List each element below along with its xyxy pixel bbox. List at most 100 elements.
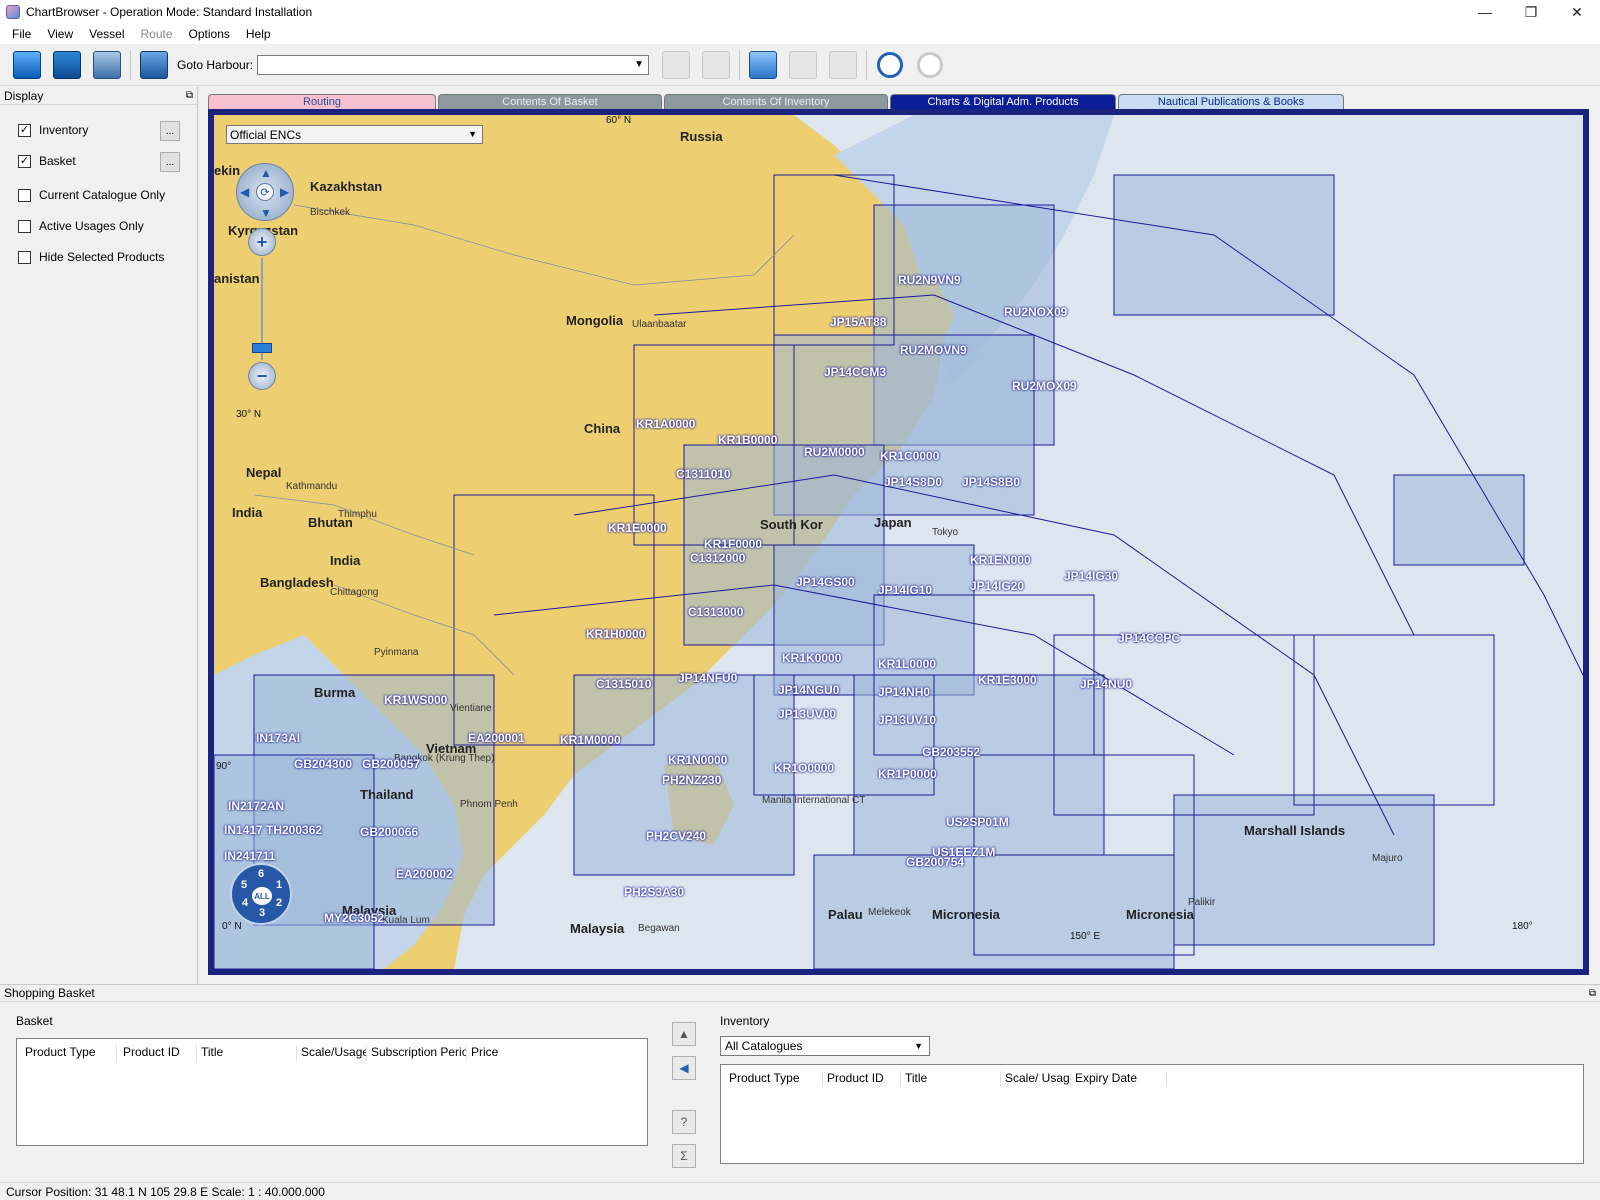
undo-button[interactable] [873,48,907,82]
open-button[interactable] [10,48,44,82]
select-button[interactable] [746,48,780,82]
latitude-label: 30° N [236,409,262,420]
recenter-icon[interactable]: ⟳ [256,183,274,201]
checkbox-hide-selected[interactable] [18,250,31,264]
chart-id-label: C1311010 [676,467,731,481]
pan-left-icon[interactable]: ◀ [240,185,249,199]
sum-button[interactable]: Σ [672,1144,696,1168]
zoom-out-icon[interactable]: − [248,362,276,390]
checkbox-active-usages[interactable] [18,219,31,233]
basket-col-price[interactable]: Price [467,1045,527,1061]
basket-add-button[interactable] [786,48,820,82]
basket-remove-button[interactable] [826,48,860,82]
binoculars-button[interactable] [137,48,171,82]
app-icon [6,5,20,19]
basket-col-subscription[interactable]: Subscription Period [367,1045,467,1061]
menu-options[interactable]: Options [181,27,238,41]
place-label: Mongolia [566,313,624,328]
help-button[interactable]: ? [672,1110,696,1134]
menu-vessel[interactable]: Vessel [81,27,132,41]
pan-up-icon[interactable]: ▲ [260,166,272,180]
zoom-extent-button[interactable] [659,48,693,82]
option-current-catalogue[interactable]: Current Catalogue Only [18,188,165,202]
menu-route[interactable]: Route [133,27,181,41]
open-folder-icon [13,50,41,79]
save-button[interactable] [50,48,84,82]
usage-3-button[interactable]: 3 [259,907,265,919]
tab-charts-digital[interactable]: Charts & Digital Adm. Products [890,94,1116,109]
usage-4-button[interactable]: 4 [242,897,248,909]
pan-down-icon[interactable]: ▼ [260,206,272,220]
tab-contents-of-basket[interactable]: Contents Of Basket [438,94,662,109]
basket-list[interactable]: Product Type Product ID Title Scale/Usag… [16,1038,648,1146]
tab-routing[interactable]: Routing [208,94,436,109]
chart-cell[interactable] [1113,174,1335,316]
zoom-slider-thumb[interactable] [252,343,272,353]
usage-2-button[interactable]: 2 [276,897,282,909]
basket-col-title[interactable]: Title [197,1045,297,1061]
usage-1-button[interactable]: 1 [276,879,282,891]
option-inventory[interactable]: ✓ Inventory [18,123,88,137]
pin-icon[interactable]: ⧉ [186,90,193,101]
place-label: Tokyo [932,527,959,538]
chart-id-label: JP14GS00 [796,575,855,589]
save-icon [53,50,81,79]
basket-options-button[interactable]: ... [160,152,180,172]
menu-view[interactable]: View [39,27,81,41]
chart-id-label: PH2NZ230 [662,773,722,787]
pan-right-icon[interactable]: ▶ [280,185,289,199]
usage-6-button[interactable]: 6 [258,868,264,880]
inventory-options-button[interactable]: ... [160,121,180,141]
checkbox-basket[interactable]: ✓ [18,154,31,168]
title-bar: ChartBrowser - Operation Mode: Standard … [0,0,1600,24]
pin-icon[interactable]: ⧉ [1589,988,1596,999]
inventory-col-scale[interactable]: Scale/ Usage [1001,1071,1071,1087]
inventory-col-title[interactable]: Title [901,1071,1001,1087]
menu-file[interactable]: File [4,27,39,41]
place-label: Malaysia [570,921,625,936]
basket-col-product-type[interactable]: Product Type [21,1045,117,1061]
tab-contents-of-inventory[interactable]: Contents Of Inventory [664,94,888,109]
minimize-icon[interactable]: — [1462,0,1508,24]
checkbox-current-catalogue[interactable] [18,188,31,202]
option-active-usages[interactable]: Active Usages Only [18,219,144,233]
move-to-inventory-button[interactable]: ◀ [672,1056,696,1080]
goto-harbour-dropdown[interactable]: ▼ [257,54,650,75]
checkbox-inventory[interactable]: ✓ [18,123,31,137]
tab-nautical-publications[interactable]: Nautical Publications & Books [1118,94,1344,109]
pan-control[interactable]: ▲ ▼ ◀ ▶ ⟳ [236,163,294,221]
map-canvas[interactable] [214,115,1583,969]
inventory-col-product-type[interactable]: Product Type [725,1071,823,1087]
place-label: Bangladesh [260,575,334,590]
basket-col-scale[interactable]: Scale/Usage [297,1045,367,1061]
inventory-col-product-id[interactable]: Product ID [823,1071,901,1087]
restore-icon[interactable]: ❐ [1508,0,1554,24]
product-filter-dropdown[interactable]: Official ENCs ▼ [226,125,483,144]
chart-cell[interactable] [1393,474,1525,566]
zoom-in-icon[interactable]: + [248,228,276,256]
chart-id-label: KR1E3000 [978,673,1037,687]
chart-map[interactable]: RussiaKazakhstanBischkekKyrgyzstananista… [214,115,1583,969]
close-icon[interactable]: ✕ [1554,0,1600,24]
chart-id-label: JP14CCM3 [824,365,887,379]
chart-cell[interactable] [1173,794,1435,946]
chart-id-label: KR1L0000 [878,657,937,671]
basket-group-label: Basket [16,1014,53,1028]
option-basket[interactable]: ✓ Basket [18,154,76,168]
usage-band-selector[interactable]: 6 1 2 3 4 5 ALL [230,863,292,925]
usage-5-button[interactable]: 5 [241,879,247,891]
inventory-col-expiry[interactable]: Expiry Date [1071,1071,1167,1087]
chart-id-label: GB200057 [362,757,421,771]
option-hide-selected[interactable]: Hide Selected Products [18,250,164,264]
basket-col-product-id[interactable]: Product ID [119,1045,197,1061]
redo-button[interactable] [913,48,947,82]
inventory-list[interactable]: Product Type Product ID Title Scale/ Usa… [720,1064,1584,1164]
zoom-fit-button[interactable] [699,48,733,82]
move-to-basket-button[interactable]: ▲ [672,1022,696,1046]
menu-help[interactable]: Help [238,27,279,41]
place-label: anistan [214,271,260,286]
place-label: Micronesia [1126,907,1194,922]
usage-all-button[interactable]: ALL [252,887,272,905]
inventory-catalogue-dropdown[interactable]: All Catalogues ▼ [720,1036,930,1056]
vessel-button[interactable] [90,48,124,82]
